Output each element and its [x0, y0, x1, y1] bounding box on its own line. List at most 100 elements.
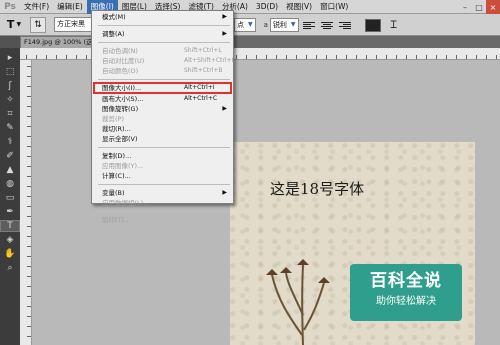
- image-menu-item[interactable]: 计算(C)...: [92, 171, 233, 181]
- menu-item-label: 图像大小(I)...: [102, 84, 142, 92]
- ruler-tick: [446, 55, 447, 59]
- align-left-icon[interactable]: [302, 18, 317, 32]
- ruler-tick: [336, 55, 337, 59]
- menu-item-shortcut: Shift+Ctrl+B: [184, 67, 223, 74]
- ruler-tick: [26, 55, 27, 59]
- align-center-icon[interactable]: [320, 18, 335, 32]
- image-menu-item[interactable]: 自动颜色(O) Shift+Ctrl+B: [92, 66, 233, 76]
- pen-tool-icon[interactable]: ◈: [0, 234, 20, 246]
- ruler-tick: [456, 55, 457, 59]
- image-menu-item[interactable]: 图像旋转(G) ▶: [92, 104, 233, 114]
- menu-item-label: 裁切(R)...: [102, 125, 131, 133]
- menu-bar: Ps 文件(F) 编辑(E) 图像(I) 图层(L) 选择(S) 滤镜(T) 分析(A) 3D…: [0, 0, 500, 14]
- image-menu-item[interactable]: 应用数据组(L)...: [92, 198, 233, 208]
- antialias-label: a: [263, 21, 268, 29]
- canvas-text-layer[interactable]: 这是18号字体: [270, 178, 364, 199]
- marquee-tool-icon[interactable]: ⬚: [0, 66, 20, 78]
- menu-8[interactable]: 视图(V): [282, 0, 316, 14]
- menu-item-label: 显示全部(V): [102, 135, 138, 143]
- ruler-tick: [436, 55, 437, 59]
- menu-separator: [98, 147, 230, 148]
- ruler-tick: [386, 55, 387, 59]
- ruler-tick: [416, 55, 417, 59]
- image-menu-item[interactable]: 陷印(T)...: [92, 215, 233, 225]
- menu-1[interactable]: 编辑(E): [53, 0, 87, 14]
- menu-0[interactable]: 文件(F): [20, 0, 53, 14]
- ruler-tick: [376, 55, 377, 59]
- tool-preset-picker[interactable]: T ▼: [0, 16, 28, 34]
- menu-item-label: 调整(A): [102, 30, 125, 38]
- menu-item-shortcut: Shift+Ctrl+L: [184, 47, 222, 54]
- image-menu-item[interactable]: 模式(M) ▶: [92, 12, 233, 22]
- zoom-tool-icon[interactable]: ⌕: [0, 262, 20, 274]
- antialias-select[interactable]: 锐利 ▼: [269, 18, 299, 32]
- close-button[interactable]: ×: [486, 0, 500, 14]
- ruler-tick: [346, 55, 347, 59]
- options-bar: T ▼ ⇅ 方正宋黑 点 ▼ a 锐利 ▼ Ꮖ: [0, 14, 500, 36]
- magic-wand-icon[interactable]: ✧: [0, 94, 20, 106]
- menu-item-shortcut: Alt+Shift+Ctrl+L: [184, 57, 235, 64]
- image-menu-item[interactable]: 显示全部(V): [92, 134, 233, 144]
- move-tool-icon[interactable]: ▸: [0, 52, 20, 64]
- vertical-ruler[interactable]: [20, 60, 32, 345]
- menu-item-label: 自动对比度(U): [102, 57, 145, 65]
- ruler-tick: [27, 336, 31, 337]
- maximize-button[interactable]: □: [472, 0, 486, 14]
- image-menu-item[interactable]: 复制(D)...: [92, 151, 233, 161]
- align-right-icon[interactable]: [338, 18, 353, 32]
- ruler-tick: [56, 55, 57, 59]
- text-color-swatch[interactable]: [364, 18, 381, 32]
- ruler-tick: [326, 55, 327, 59]
- image-menu-item[interactable]: 自动对比度(U) Alt+Shift+Ctrl+L: [92, 56, 235, 66]
- image-menu-item[interactable]: 自动色调(N) Shift+Ctrl+L: [92, 46, 233, 56]
- healing-brush-icon[interactable]: ⚕: [0, 136, 20, 148]
- menu-9[interactable]: 窗口(W): [316, 0, 352, 14]
- menu-item-label: 应用数据组(L)...: [102, 199, 150, 207]
- ruler-tick: [496, 55, 497, 59]
- minimize-button[interactable]: –: [458, 0, 472, 14]
- ruler-tick: [27, 286, 31, 287]
- menu-separator: [98, 79, 230, 80]
- ruler-tick: [27, 236, 31, 237]
- eraser-icon[interactable]: ▭: [0, 192, 20, 204]
- watermark-subtitle: 助你轻松解决: [376, 296, 436, 307]
- ruler-tick: [426, 55, 427, 59]
- ruler-tick: [316, 55, 317, 59]
- tools-panel: ▸ ⬚ ʃ ✧ ⌗ ✎ ⚕ ✐ ▲ ◍ ▭ ✒ T ◈ ✋ ⌕: [0, 48, 20, 345]
- ruler-tick: [27, 206, 31, 207]
- ruler-tick: [27, 66, 31, 67]
- menu-item-label: 计算(C)...: [102, 172, 131, 180]
- image-menu-item[interactable]: 裁剪(P): [92, 114, 233, 124]
- image-menu-item[interactable]: 应用图像(Y)...: [92, 161, 233, 171]
- image-menu-item[interactable]: 调整(A) ▶: [92, 29, 233, 39]
- warp-text-icon[interactable]: Ꮖ: [391, 20, 398, 31]
- submenu-arrow-icon: ▶: [222, 189, 227, 196]
- ruler-tick: [27, 246, 31, 247]
- ruler-tick: [236, 55, 237, 59]
- ruler-tick: [27, 276, 31, 277]
- ruler-tick: [76, 55, 77, 59]
- image-menu-item[interactable]: 图像大小(I)... Alt+Ctrl+I: [93, 82, 232, 94]
- lasso-tool-icon[interactable]: ʃ: [0, 80, 20, 92]
- menu-7[interactable]: 3D(D): [252, 0, 282, 14]
- ruler-tick: [27, 106, 31, 107]
- font-size-select[interactable]: 点 ▼: [234, 18, 256, 32]
- type-tool-icon[interactable]: T: [0, 220, 20, 232]
- gradient-icon[interactable]: ✒: [0, 206, 20, 218]
- text-orientation-toggle-icon[interactable]: ⇅: [30, 16, 46, 33]
- hand-tool-icon[interactable]: ✋: [0, 248, 20, 260]
- image-menu-item[interactable]: 裁切(R)...: [92, 124, 233, 134]
- ruler-tick: [486, 55, 487, 59]
- tools-list: ▸ ⬚ ʃ ✧ ⌗ ✎ ⚕ ✐ ▲ ◍ ▭ ✒ T ◈ ✋ ⌕: [0, 48, 20, 274]
- brush-tool-icon[interactable]: ✐: [0, 150, 20, 162]
- eyedropper-icon[interactable]: ✎: [0, 122, 20, 134]
- clone-stamp-icon[interactable]: ▲: [0, 164, 20, 176]
- history-brush-icon[interactable]: ◍: [0, 178, 20, 190]
- document-tab[interactable]: F149.jpg @ 100% (这: [20, 36, 100, 48]
- ruler-tick: [86, 55, 87, 59]
- image-menu-item[interactable]: 变量(B) ▶: [92, 188, 233, 198]
- ruler-tick: [27, 326, 31, 327]
- chevron-down-icon: ▼: [248, 21, 253, 28]
- crop-tool-icon[interactable]: ⌗: [0, 108, 20, 120]
- image-menu-item[interactable]: 画布大小(S)... Alt+Ctrl+C: [92, 94, 233, 104]
